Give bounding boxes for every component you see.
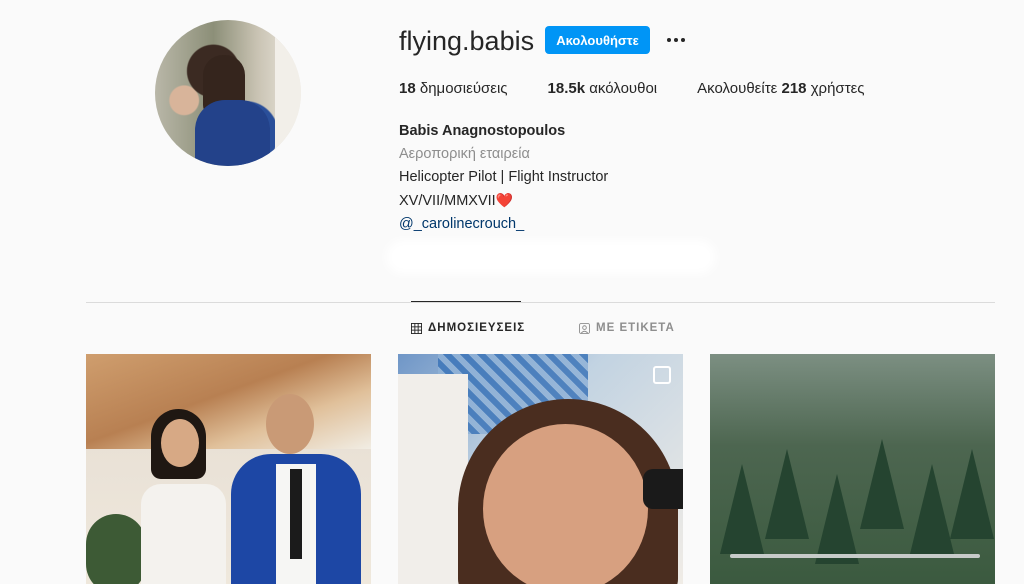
bride-dress	[141, 484, 226, 584]
bio-line-1: Helicopter Pilot | Flight Instructor	[399, 169, 609, 185]
profile-username: flying.babis	[399, 26, 535, 56]
tab-posts-label: ΔΗΜΟΣΙΕΥΣΕΙΣ	[428, 322, 526, 334]
followers-label: ακόλουθοι	[589, 80, 658, 97]
dot	[681, 38, 685, 42]
tree	[860, 439, 904, 529]
groom-face	[266, 394, 314, 454]
dot	[667, 38, 671, 42]
tree	[910, 464, 954, 554]
profile-stats: 18 δημοσιεύσεις 18.5k ακόλουθοι Ακολουθε…	[399, 80, 905, 97]
profile-avatar[interactable]	[155, 20, 301, 166]
post-thumbnail-forest[interactable]	[710, 354, 995, 584]
tabs-divider	[86, 302, 995, 303]
tab-posts[interactable]: ΔΗΜΟΣΙΕΥΣΕΙΣ	[411, 322, 525, 334]
cliff-background	[86, 354, 371, 449]
following-count: 218	[781, 80, 807, 97]
sunglasses	[643, 469, 683, 509]
tagged-icon	[579, 322, 590, 334]
redacted-link	[392, 246, 710, 268]
dot	[674, 38, 678, 42]
posts-label: δημοσιεύσεις	[419, 80, 508, 97]
heart-icon: ❤️	[495, 192, 514, 208]
tree	[765, 449, 809, 539]
bio-line-2: XV/VII/MMXVII❤️	[399, 189, 608, 213]
following-stat[interactable]: Ακολουθείτε 218 χρήστες	[697, 80, 864, 97]
profile-category: Αεροπορική εταιρεία	[399, 146, 530, 162]
bio-mention-link[interactable]: @_carolinecrouch_	[399, 213, 608, 236]
followers-count: 18.5k	[547, 80, 586, 97]
avatar-jacket	[195, 100, 270, 166]
following-prefix: Ακολουθείτε	[697, 80, 778, 97]
follow-button[interactable]: Ακολουθήστε	[545, 26, 650, 54]
post-thumbnail-selfie[interactable]	[398, 354, 683, 584]
posts-count: 18	[399, 80, 416, 97]
groom-tie	[290, 469, 302, 559]
tree	[720, 464, 764, 554]
full-name: Babis Anagnostopoulos	[399, 123, 566, 139]
post-thumbnail-wedding[interactable]	[86, 354, 371, 584]
selfie-face	[483, 424, 648, 584]
following-suffix: χρήστες	[810, 80, 865, 97]
bio-date: XV/VII/MMXVII	[399, 193, 496, 209]
grid-icon	[411, 322, 422, 334]
avatar-background	[275, 20, 301, 166]
tree	[815, 474, 859, 564]
followers-stat[interactable]: 18.5k ακόλουθοι	[548, 80, 658, 97]
carousel-icon	[653, 366, 671, 384]
more-options-icon[interactable]	[664, 28, 688, 52]
posts-stat: 18 δημοσιεύσεις	[399, 80, 508, 97]
bride-face	[161, 419, 199, 467]
tab-tagged[interactable]: ΜΕ ΕΤΙΚΕΤΑ	[579, 322, 675, 334]
tree	[950, 449, 994, 539]
helicopter-rotor	[730, 554, 980, 558]
bouquet	[86, 514, 146, 584]
profile-bio: Babis Anagnostopoulos Αεροπορική εταιρεί…	[399, 120, 608, 236]
tab-tagged-label: ΜΕ ΕΤΙΚΕΤΑ	[596, 322, 675, 334]
active-tab-indicator	[411, 301, 521, 302]
